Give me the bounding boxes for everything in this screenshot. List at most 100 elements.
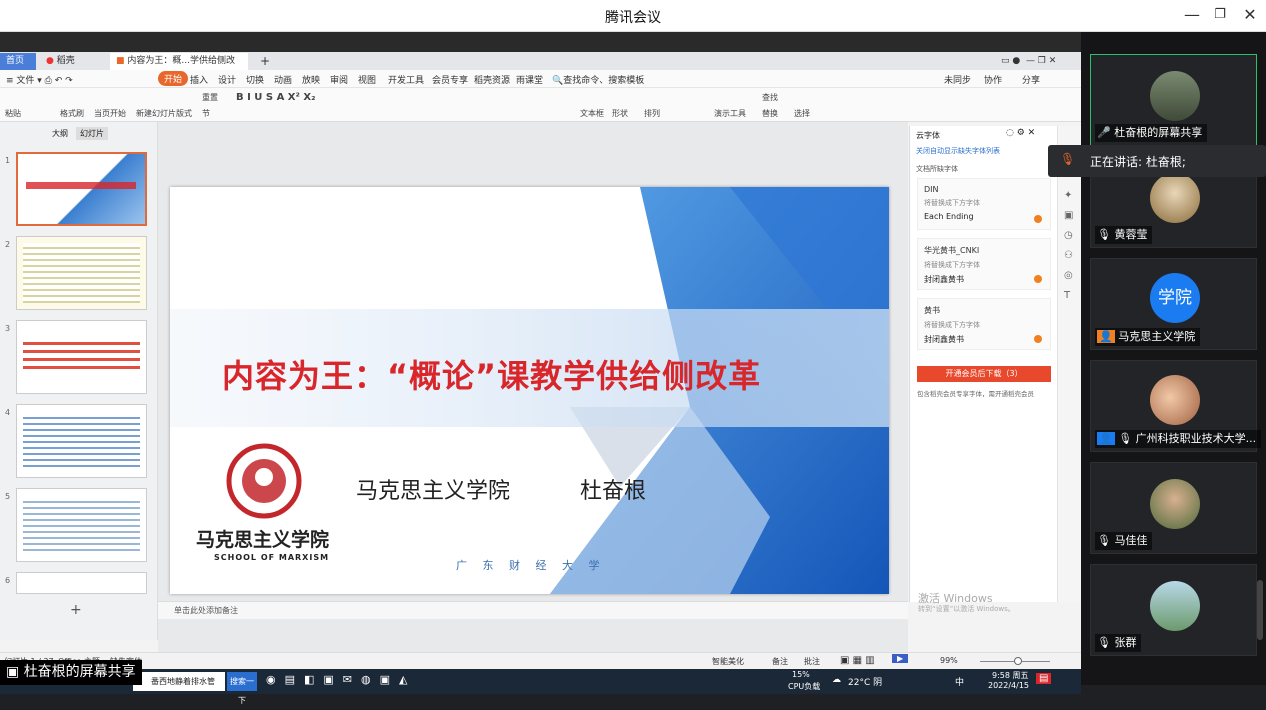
new-slide-button[interactable]: 新建幻灯片 (136, 108, 176, 119)
slide-author[interactable]: 杜奋根 (580, 473, 646, 505)
participant-tile[interactable]: 🎤 杜奋根的屏幕共享 (1090, 54, 1257, 146)
sync-status[interactable]: 未同步 (944, 73, 971, 86)
taskbar-app-label[interactable]: 番西地静着排水管 (133, 672, 225, 691)
menu-developer[interactable]: 开发工具 (388, 73, 424, 86)
title-bar: 腾讯会议 — ❐ ✕ (0, 0, 1266, 32)
tab-docer[interactable]: ● 稻壳 (40, 53, 102, 70)
textbox-button[interactable]: 文本框 (580, 108, 604, 119)
play-current-button[interactable]: 当页开始 (94, 108, 126, 119)
slide-title[interactable]: 内容为王：“概论”课教学供给侧改革 (222, 351, 761, 397)
arrange-button[interactable]: 排列 (644, 108, 660, 119)
slide-thumbnail[interactable] (16, 488, 147, 562)
missing-font-item[interactable]: 华光黄书_CNKI 将替换成下方字体 封闭鑫黄书 (917, 238, 1051, 290)
tab-home[interactable]: 首页 (0, 53, 36, 70)
slide-thumbnail[interactable] (16, 404, 147, 478)
wps-tab-bar: 首页 ● 稻壳 ■ 内容为王：概...学供给侧改革 ✕ + ▭ ● — ❐ ✕ (0, 52, 1081, 83)
slide-university[interactable]: 广 东 财 经 大 学 (456, 557, 605, 573)
slide-thumbnail[interactable] (16, 152, 147, 226)
menu-insert[interactable]: 插入 (190, 73, 208, 86)
tab-document[interactable]: ■ 内容为王：概...学供给侧改革 ✕ (110, 53, 248, 83)
menu-member[interactable]: 会员专享 (432, 73, 468, 86)
participant-tile[interactable]: 🎙 马佳佳 (1090, 462, 1257, 554)
missing-font-item[interactable]: DIN 将替换成下方字体 Each Ending (917, 178, 1051, 230)
shared-screen: 首页 ● 稻壳 ■ 内容为王：概...学供给侧改革 ✕ + ▭ ● — ❐ ✕ … (0, 32, 1081, 705)
weather-text[interactable]: 22°C 阴 (848, 675, 882, 688)
reset-button[interactable]: 重置 (202, 92, 218, 103)
notification-icon[interactable]: ▤ (1036, 673, 1052, 684)
find-button[interactable]: 查找 (762, 92, 778, 103)
paste-button[interactable]: 粘贴 (5, 108, 21, 119)
add-slide-icon[interactable]: + (70, 602, 82, 618)
menu-docer[interactable]: 稻壳资源 (474, 73, 510, 86)
participant-name: 👤 马克思主义学院 (1095, 328, 1201, 346)
menu-view[interactable]: 视图 (358, 73, 376, 86)
menu-animation[interactable]: 动画 (274, 73, 292, 86)
command-search[interactable]: 🔍查找命令、搜索模板 (552, 73, 644, 86)
mic-muted-icon: 🎙 (1097, 228, 1111, 241)
select-button[interactable]: 选择 (794, 108, 810, 119)
smart-beautify-button[interactable]: 智能美化 (712, 656, 744, 667)
comments-toggle[interactable]: 批注 (804, 656, 820, 667)
notes-toggle[interactable]: 备注 (772, 656, 788, 667)
cpu-value: 15% (792, 670, 810, 679)
avatar (1150, 581, 1200, 631)
slide-school[interactable]: 马克思主义学院 (356, 473, 510, 505)
close-auto-list-link[interactable]: 关闭自动显示缺失字体列表 (916, 146, 1000, 156)
missing-font-item[interactable]: 黄书 将替换成下方字体 封闭鑫黄书 (917, 298, 1051, 350)
section-button[interactable]: 节 (202, 108, 210, 119)
participant-scrollbar[interactable] (1257, 580, 1263, 640)
mic-muted-icon: 🎙 (1097, 534, 1111, 547)
close-icon[interactable]: ✕ (1236, 4, 1264, 26)
participant-tile[interactable]: 学院 👤 马克思主义学院 (1090, 258, 1257, 350)
minimize-icon[interactable]: — (1178, 4, 1206, 26)
layout-button[interactable]: 版式 (176, 108, 192, 119)
file-menu-icon[interactable]: ≡ 文件 ▾ ⎙ ↶ ↷ (6, 73, 73, 86)
clock-time[interactable]: 9:58 周五 (992, 670, 1029, 681)
slide-thumbnail[interactable] (16, 572, 147, 594)
shape-button[interactable]: 形状 (612, 108, 628, 119)
side-tool-icons[interactable]: ✦ ▣ ◷ ⚇ ◎ T (1064, 186, 1073, 306)
menu-review[interactable]: 审阅 (330, 73, 348, 86)
taskbar-pinned-apps[interactable]: ◉▤◧▣✉◍▣◭ (266, 673, 416, 686)
download-fonts-button[interactable]: 开通会员后下载（3） (917, 366, 1051, 382)
clock-date[interactable]: 2022/4/15 (988, 681, 1029, 690)
font-panel-close-icon[interactable]: ◌ ⚙ ✕ (1006, 128, 1035, 138)
format-painter-button[interactable]: 格式刷 (60, 108, 84, 119)
menu-design[interactable]: 设计 (218, 73, 236, 86)
collaborate-button[interactable]: 协作 (984, 73, 1002, 86)
participant-tile[interactable]: 👤 🎙 广州科技职业技术大学... (1090, 360, 1262, 452)
speaking-text: 正在讲话: 杜奋根; (1090, 155, 1186, 169)
user-icon: 👤 (1097, 432, 1115, 445)
window-controls[interactable]: ▭ ● — ❐ ✕ (995, 53, 1062, 70)
view-mode-icons[interactable]: ▣ ▦ ▥ (840, 655, 875, 666)
zoom-level[interactable]: 99% (940, 656, 958, 665)
slide-canvas[interactable]: 内容为王：“概论”课教学供给侧改革 马克思主义学院 SCHOOL OF MARX… (170, 187, 889, 594)
ime-indicator[interactable]: 中 (955, 675, 964, 688)
menu-start[interactable]: 开始 (158, 71, 189, 86)
member-badge-icon (1034, 275, 1042, 283)
maximize-icon[interactable]: ❐ (1206, 4, 1234, 26)
participant-name-text: 马克思主义学院 (1118, 330, 1196, 343)
replace-button[interactable]: 替换 (762, 108, 778, 119)
slide-thumbnail[interactable] (16, 236, 147, 310)
play-icon[interactable]: ▶ (892, 654, 909, 663)
participant-name: 🎤 杜奋根的屏幕共享 (1095, 124, 1208, 142)
new-tab-icon[interactable]: + (254, 53, 276, 70)
replacement-font: Each Ending (924, 212, 974, 221)
zoom-slider-handle[interactable] (1014, 657, 1022, 665)
presentation-tools-button[interactable]: 演示工具 (714, 108, 746, 119)
search-button[interactable]: 搜索一下 (227, 672, 257, 705)
participant-tile[interactable]: 🎙 张群 (1090, 564, 1257, 656)
menu-transition[interactable]: 切换 (246, 73, 264, 86)
thumb-number: 6 (5, 576, 11, 585)
text-format-icons[interactable]: B I U S A X² X₂ (236, 92, 315, 103)
menu-slideshow[interactable]: 放映 (302, 73, 320, 86)
avatar (1150, 375, 1200, 425)
share-button[interactable]: 分享 (1022, 73, 1040, 86)
slides-tab[interactable]: 幻灯片 (76, 127, 108, 140)
outline-tab[interactable]: 大纲 (52, 128, 68, 139)
notes-bar[interactable]: 单击此处添加备注 (158, 601, 908, 619)
slide-thumbnail[interactable] (16, 320, 147, 394)
weather-icon[interactable]: ☁ (832, 675, 841, 685)
menu-rain[interactable]: 雨课堂 (516, 73, 543, 86)
